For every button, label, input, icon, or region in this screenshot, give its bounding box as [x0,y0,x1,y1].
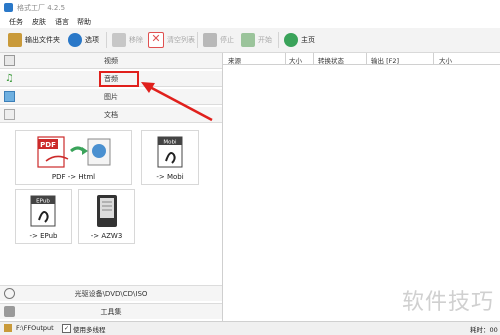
status-bar: F:\FFOutput ✓ 使用多线程 耗时：00 [0,321,500,335]
output-path[interactable]: F:\FFOutput [16,324,54,332]
elapsed-time: 耗时：00 [470,326,498,334]
multithread-label: 使用多线程 [73,326,106,334]
watermark-text: 软件技巧 [401,290,494,315]
folder-icon [4,324,12,332]
multithread-checkbox[interactable]: ✓ [62,324,71,333]
